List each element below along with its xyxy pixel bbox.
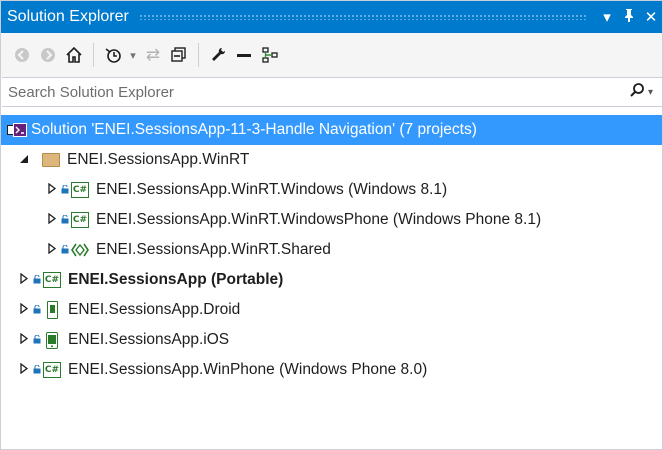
- csharp-project-icon: C#: [42, 271, 62, 289]
- toolbar: ▾ ⇄: [1, 33, 662, 77]
- tree-node-project[interactable]: C# ENEI.SessionsApp.WinPhone (Windows Ph…: [1, 355, 662, 385]
- tree-node-project[interactable]: C# ENEI.SessionsApp.WinRT.WindowsPhone (…: [1, 205, 662, 235]
- tree-node-label: ENEI.SessionsApp (Portable): [68, 271, 284, 288]
- properties-wrench-icon[interactable]: [205, 42, 231, 68]
- tree-node-label: Solution 'ENEI.SessionsApp-11-3-Handle N…: [31, 121, 477, 138]
- filter-dropdown-icon[interactable]: ▾: [126, 42, 140, 68]
- tree-node-label: ENEI.SessionsApp.WinPhone (Windows Phone…: [68, 361, 428, 378]
- collapse-all-icon[interactable]: [166, 42, 192, 68]
- solution-explorer-window: Solution Explorer ▾ ✕ ▾ ⇄ Search Solutio…: [0, 0, 663, 450]
- expand-arrow-icon[interactable]: [45, 242, 59, 257]
- pending-changes-filter-icon[interactable]: [100, 42, 126, 68]
- tree-node-label: ENEI.SessionsApp.WinRT: [67, 151, 250, 168]
- tree-node-project[interactable]: C# ENEI.SessionsApp (Portable): [1, 265, 662, 295]
- tree-node-label: ENEI.SessionsApp.WinRT.WindowsPhone (Win…: [96, 211, 542, 228]
- sync-with-document-icon[interactable]: ⇄: [140, 42, 166, 68]
- window-position-dropdown-icon[interactable]: ▾: [596, 8, 618, 26]
- csharp-project-icon: C#: [70, 181, 90, 199]
- tree-node-label: ENEI.SessionsApp.WinRT.Windows (Windows …: [96, 181, 448, 198]
- title-bar: Solution Explorer ▾ ✕: [1, 1, 662, 33]
- toolbar-separator: [93, 43, 94, 67]
- source-control-lock-icon: [61, 184, 69, 196]
- csharp-project-icon: C#: [70, 211, 90, 229]
- view-class-diagram-icon[interactable]: [257, 42, 283, 68]
- search-options-dropdown-icon[interactable]: ▾: [648, 87, 662, 98]
- source-control-lock-icon: [33, 334, 41, 346]
- tree-node-project[interactable]: C# ENEI.SessionsApp.WinRT.Windows (Windo…: [1, 175, 662, 205]
- expand-arrow-icon[interactable]: [45, 182, 59, 197]
- toolbar-separator: [198, 43, 199, 67]
- folder-icon: [41, 151, 61, 169]
- search-box: ▾: [2, 77, 662, 107]
- expand-arrow-icon[interactable]: [17, 302, 31, 317]
- tree-node-project[interactable]: ENEI.SessionsApp.iOS: [1, 325, 662, 355]
- forward-icon[interactable]: [35, 42, 61, 68]
- panel-title: Solution Explorer: [7, 8, 129, 25]
- source-control-lock-icon: [61, 244, 69, 256]
- drag-grip[interactable]: [138, 14, 586, 20]
- expand-arrow-icon[interactable]: [17, 272, 31, 287]
- shared-project-icon: [70, 241, 90, 259]
- tree-node-folder[interactable]: ENEI.SessionsApp.WinRT: [1, 145, 662, 175]
- csharp-project-icon: C#: [42, 361, 62, 379]
- source-control-lock-icon: [33, 274, 41, 286]
- home-icon[interactable]: [61, 42, 87, 68]
- expand-arrow-icon[interactable]: [45, 212, 59, 227]
- tree-node-label: ENEI.SessionsApp.Droid: [68, 301, 241, 318]
- search-icon[interactable]: [626, 82, 648, 103]
- preview-selected-icon[interactable]: [231, 42, 257, 68]
- tree-node-project[interactable]: ENEI.SessionsApp.WinRT.Shared: [1, 235, 662, 265]
- tree-node-label: ENEI.SessionsApp.iOS: [68, 331, 230, 348]
- collapse-arrow-icon[interactable]: [17, 154, 31, 167]
- pin-icon[interactable]: [618, 8, 640, 26]
- expand-arrow-icon[interactable]: [17, 332, 31, 347]
- solution-icon: [7, 121, 27, 139]
- search-input[interactable]: [2, 82, 626, 102]
- tree-node-project[interactable]: ENEI.SessionsApp.Droid: [1, 295, 662, 325]
- solution-tree: Solution 'ENEI.SessionsApp-11-3-Handle N…: [1, 107, 662, 385]
- close-icon[interactable]: ✕: [640, 8, 662, 26]
- source-control-lock-icon: [33, 364, 41, 376]
- ios-project-icon: [42, 331, 62, 349]
- source-control-lock-icon: [61, 214, 69, 226]
- source-control-lock-icon: [33, 304, 41, 316]
- tree-node-label: ENEI.SessionsApp.WinRT.Shared: [96, 241, 331, 258]
- expand-arrow-icon[interactable]: [17, 362, 31, 377]
- back-icon[interactable]: [9, 42, 35, 68]
- tree-node-solution[interactable]: Solution 'ENEI.SessionsApp-11-3-Handle N…: [1, 115, 662, 145]
- android-project-icon: [42, 301, 62, 319]
